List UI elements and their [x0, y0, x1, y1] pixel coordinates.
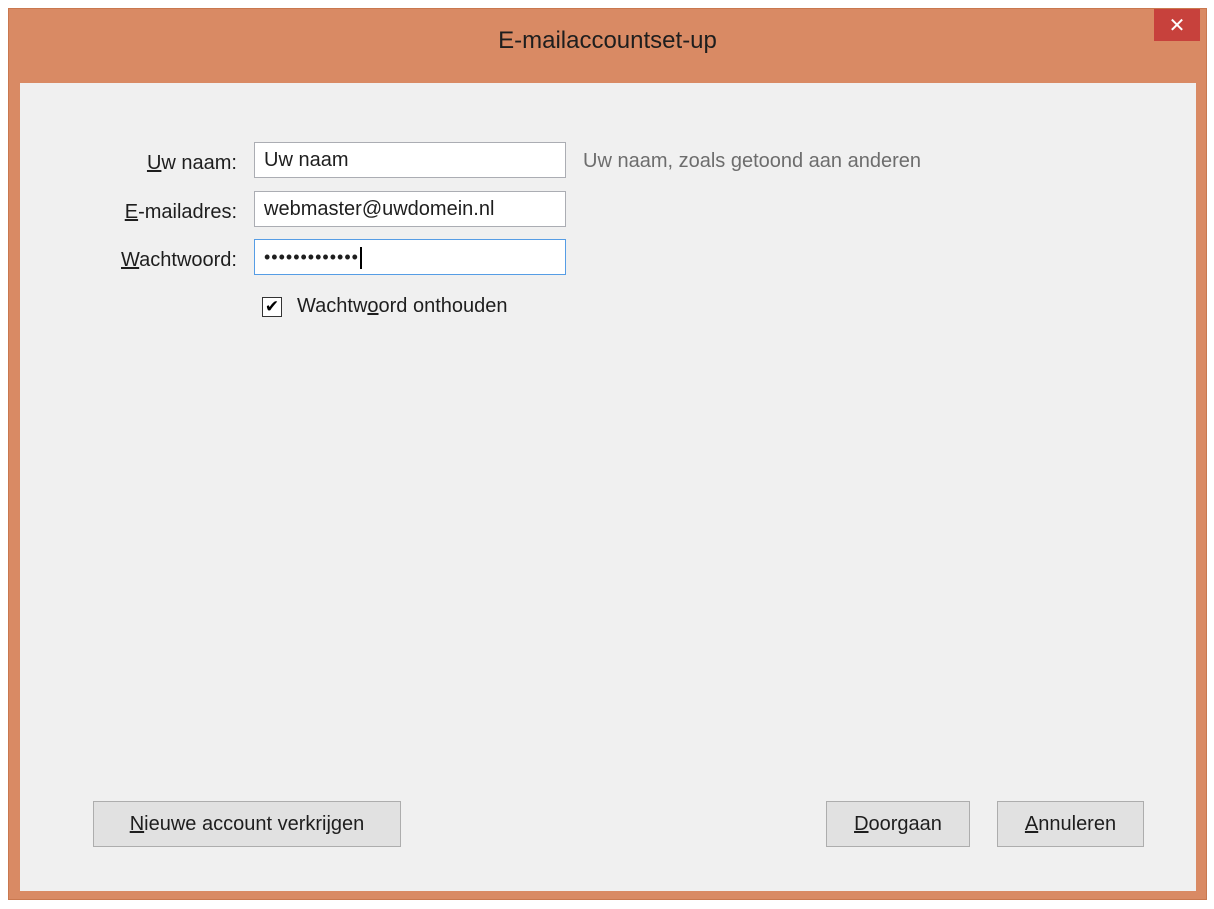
- continue-mnemonic: D: [854, 812, 869, 835]
- password-label: Wachtwoord:: [121, 249, 237, 272]
- new-account-label: ieuwe account verkrijgen: [144, 812, 365, 835]
- checkmark-icon: ✔: [264, 297, 280, 316]
- password-masked-value: •••••••••••••: [264, 247, 359, 267]
- close-button[interactable]: ✕: [1154, 9, 1200, 41]
- cancel-mnemonic: A: [1024, 812, 1039, 835]
- continue-button[interactable]: Doorgaan: [826, 801, 970, 847]
- name-label-mnemonic: U: [146, 152, 162, 174]
- name-label-rest: w naam:: [161, 152, 237, 174]
- new-account-button[interactable]: Nieuwe account verkrijgen: [93, 801, 401, 847]
- remember-password-checkbox[interactable]: ✔: [262, 297, 282, 317]
- remember-label-mnemonic: o: [367, 295, 379, 317]
- password-label-mnemonic: W: [121, 249, 140, 271]
- remember-label-post: ord onthouden: [378, 295, 508, 317]
- email-label: E-mailadres:: [125, 201, 237, 224]
- cancel-button[interactable]: Annuleren: [997, 801, 1144, 847]
- cancel-label: nnuleren: [1038, 812, 1117, 835]
- password-label-rest: achtwoord:: [139, 249, 237, 271]
- password-row: Wachtwoord: •••••••••••••: [20, 239, 1020, 279]
- name-input[interactable]: Uw naam: [254, 142, 566, 178]
- remember-label-pre: Wachtw: [297, 295, 368, 317]
- text-caret: [359, 246, 362, 269]
- new-account-mnemonic: N: [129, 812, 145, 835]
- email-row: E-mailadres: webmaster@uwdomein.nl: [20, 191, 1020, 231]
- name-hint: Uw naam, zoals getoond aan anderen: [583, 150, 922, 172]
- continue-label: oorgaan: [868, 812, 942, 835]
- email-input[interactable]: webmaster@uwdomein.nl: [254, 191, 566, 227]
- dialog-body: Uw naam: Uw naam Uw naam, zoals getoond …: [20, 83, 1196, 891]
- title-bar[interactable]: E-mailaccountset-up ✕: [9, 9, 1206, 79]
- dialog-title: E-mailaccountset-up: [498, 27, 717, 54]
- password-input[interactable]: •••••••••••••: [254, 239, 566, 275]
- remember-password-label[interactable]: Wachtwoord onthouden: [297, 295, 508, 318]
- dialog-window: E-mailaccountset-up ✕ Uw naam: Uw naam U…: [8, 8, 1207, 900]
- email-label-mnemonic: E: [124, 201, 139, 223]
- close-icon: ✕: [1168, 14, 1186, 37]
- name-label: Uw naam:: [147, 152, 237, 175]
- name-row: Uw naam: Uw naam Uw naam, zoals getoond …: [20, 142, 1020, 182]
- email-label-rest: -mailadres:: [138, 201, 237, 223]
